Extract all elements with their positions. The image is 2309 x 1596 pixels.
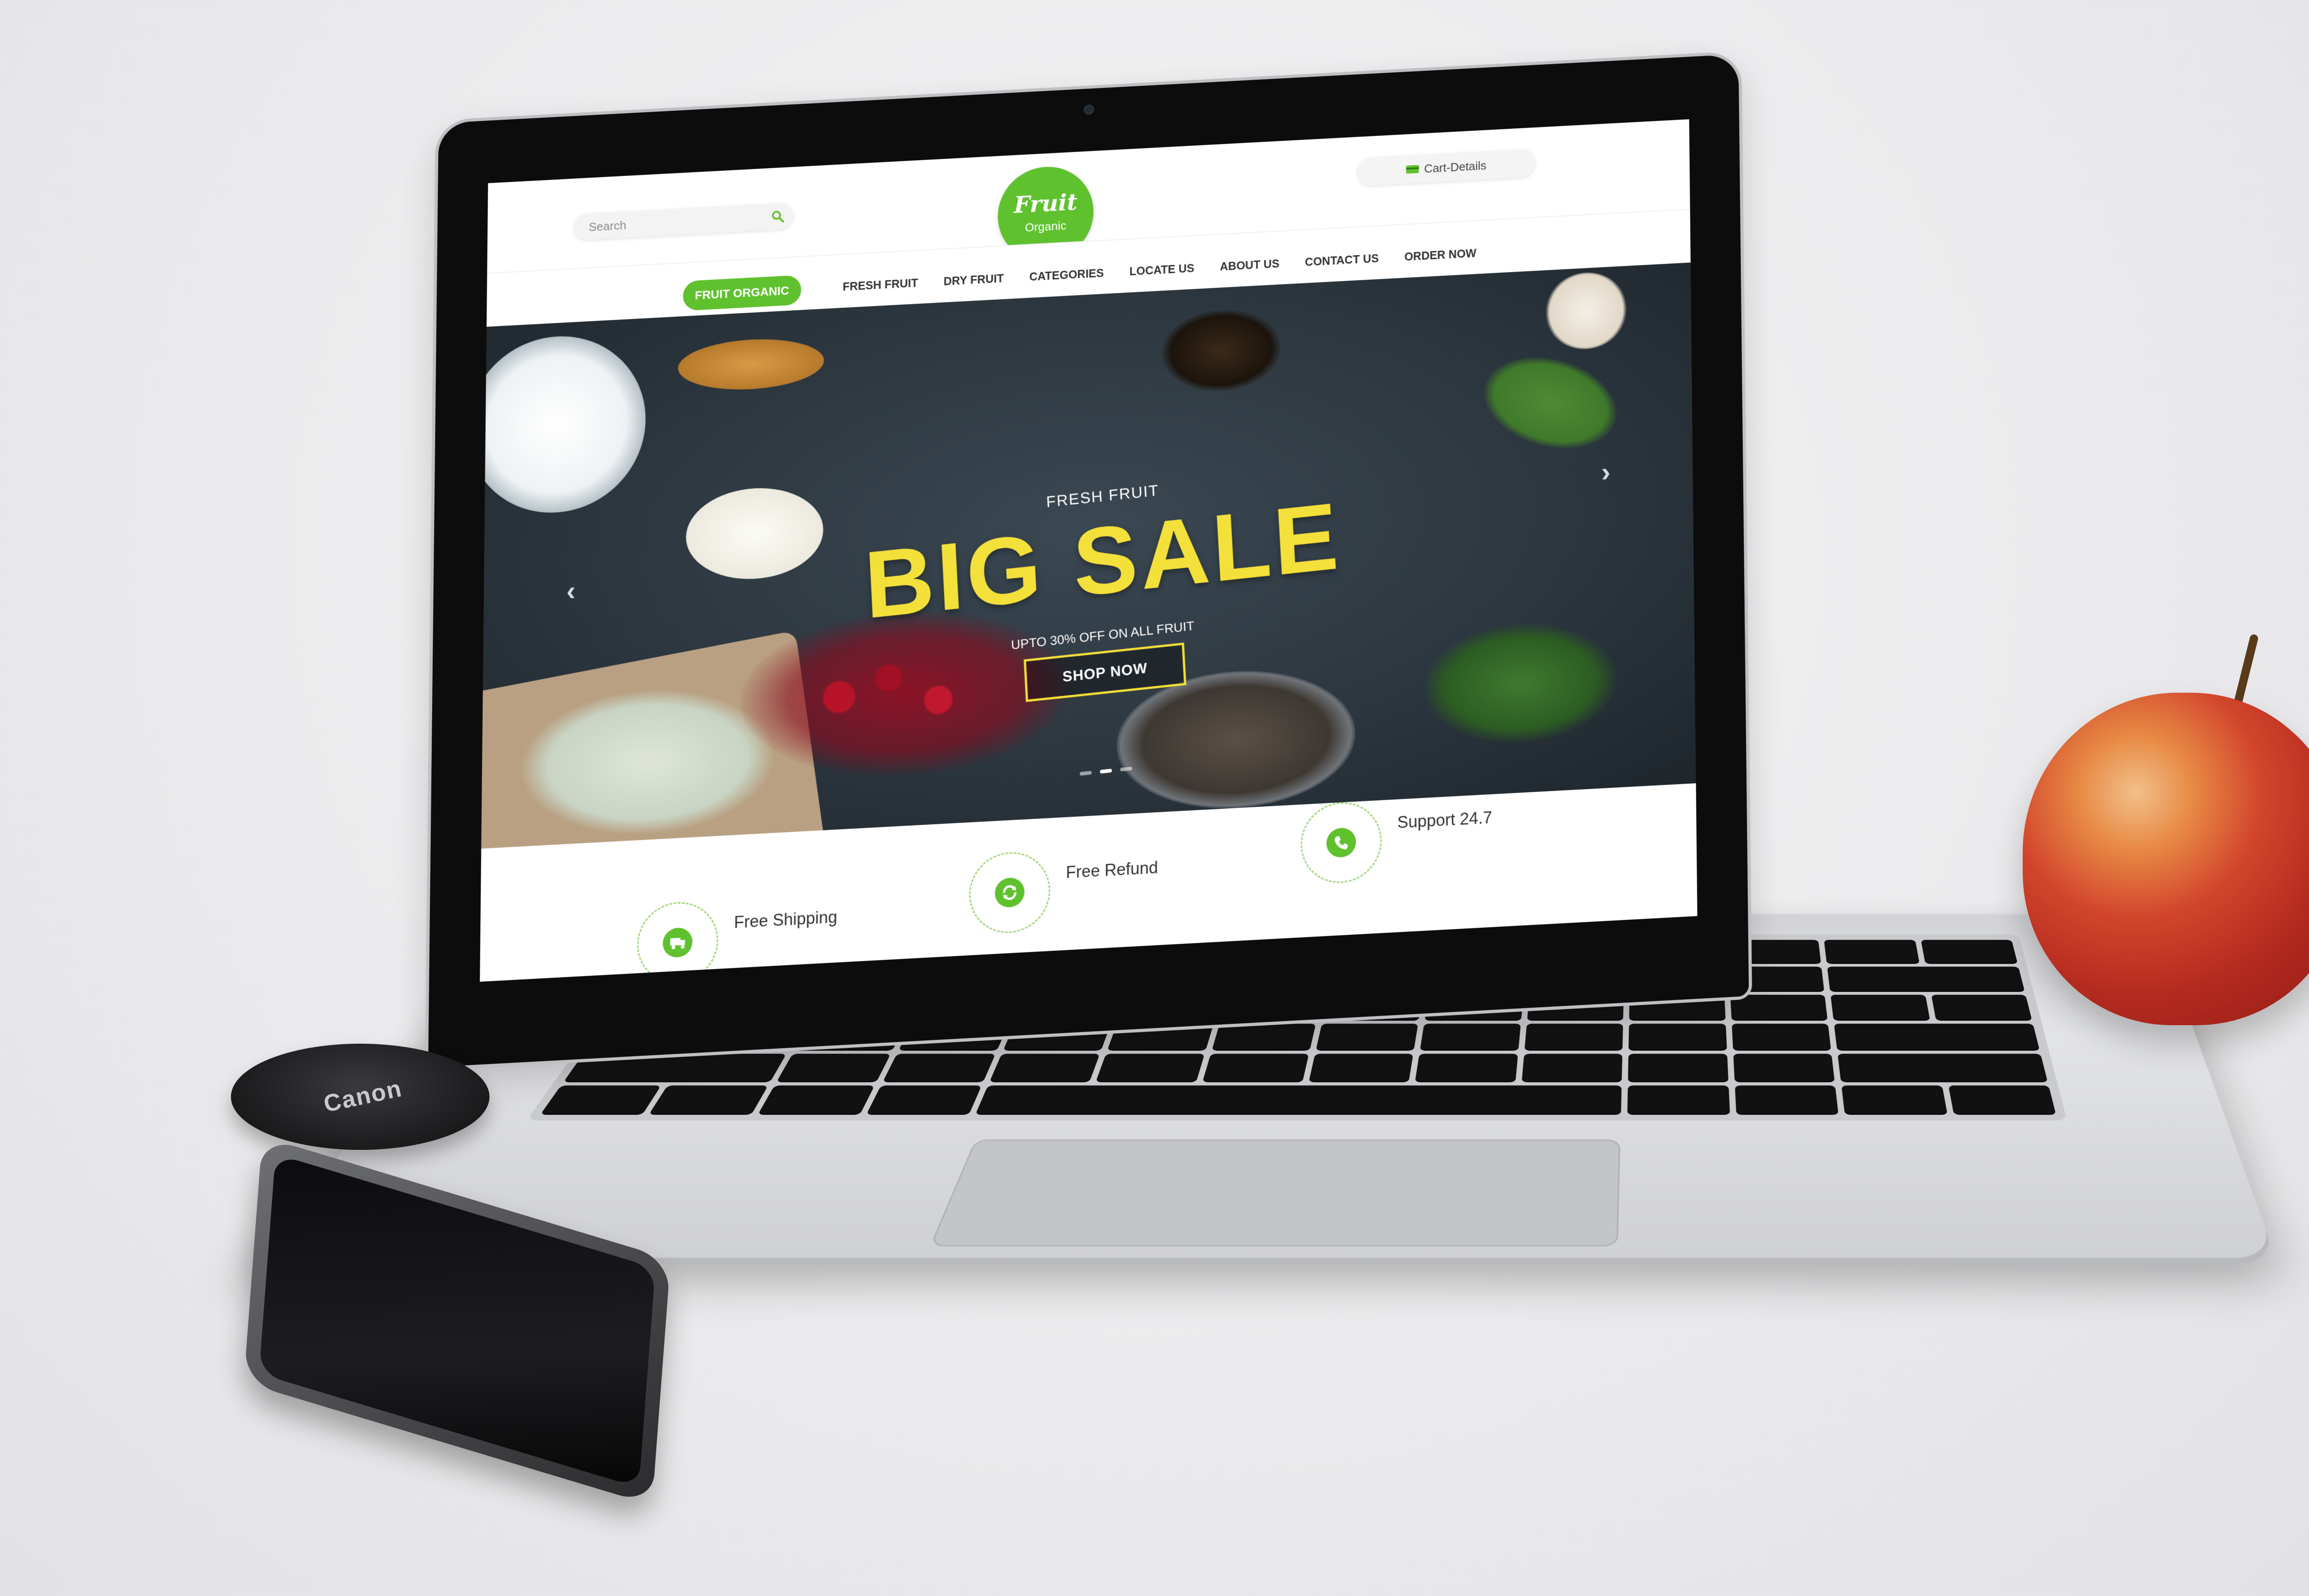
key [1834, 1023, 2040, 1050]
key [1420, 1023, 1521, 1050]
logo-main-text: Fruit [1014, 188, 1078, 218]
key [1309, 1054, 1414, 1081]
key [1733, 1054, 1835, 1081]
refresh-icon [995, 877, 1025, 908]
key [1628, 1054, 1729, 1081]
spacebar [975, 1085, 1622, 1114]
search-bar[interactable] [574, 203, 793, 241]
key [1628, 1023, 1727, 1050]
key [1096, 1054, 1205, 1081]
lens-cap-logo: Canon [321, 1075, 405, 1118]
chevron-right-icon[interactable]: › [1601, 456, 1610, 488]
key [1524, 1023, 1623, 1050]
key [1522, 1054, 1623, 1081]
key [1920, 940, 2018, 963]
feature-free-refund: Free Refund [969, 821, 1255, 946]
key [541, 1085, 662, 1114]
desk-scene: Fruit Organic Cart-Details FRUIT ORGANIC… [0, 0, 2309, 1596]
feature-title: Free Refund [1066, 858, 1158, 882]
key [1931, 994, 2032, 1020]
key [1735, 1085, 1839, 1114]
key [1838, 1054, 2048, 1081]
key [1841, 1085, 1947, 1114]
search-icon[interactable] [771, 210, 785, 224]
apple [2023, 693, 2309, 1025]
key [1211, 1023, 1316, 1050]
key [777, 1054, 891, 1081]
feature-circle [636, 900, 719, 982]
key [649, 1085, 768, 1114]
laptop-lid: Fruit Organic Cart-Details FRUIT ORGANIC… [428, 54, 1749, 1068]
phone-icon [1326, 827, 1356, 858]
key [1627, 1085, 1730, 1114]
hero-content: FRESH FRUIT BIG SALE UPTO 30% OFF ON ALL… [481, 262, 1696, 848]
key [758, 1085, 875, 1114]
search-input[interactable] [587, 205, 754, 241]
key [1948, 1085, 2056, 1114]
key [1202, 1054, 1309, 1081]
nav-item-dry-fruit[interactable]: DRY FRUIT [943, 272, 1003, 288]
nav-item-contact-us[interactable]: CONTACT US [1305, 252, 1379, 269]
card-icon [1406, 165, 1419, 174]
feature-free-shipping: Free Shipping [636, 871, 923, 982]
truck-icon [663, 927, 693, 958]
nav-item-categories[interactable]: CATEGORIES [1029, 267, 1104, 284]
cart-label: Cart-Details [1424, 158, 1487, 175]
key [990, 1054, 1100, 1081]
feature-title: Support 24.7 [1397, 808, 1493, 832]
logo-sub-text: Organic [1025, 218, 1067, 235]
key [1730, 994, 1828, 1020]
nav-item-fresh-fruit[interactable]: FRESH FRUIT [843, 277, 918, 294]
trackpad [930, 1139, 1620, 1246]
key [1415, 1054, 1518, 1081]
feature-circle [969, 850, 1051, 935]
chevron-left-icon[interactable]: ‹ [566, 575, 575, 607]
nav-item-fruit-organic[interactable]: FRUIT ORGANIC [683, 275, 801, 311]
nav-item-locate-us[interactable]: LOCATE US [1130, 262, 1195, 278]
key [867, 1085, 982, 1114]
webcam-icon [1084, 104, 1094, 115]
feature-circle [1300, 800, 1382, 885]
nav-item-order-now[interactable]: ORDER NOW [1404, 247, 1476, 264]
nav-item-about-us[interactable]: ABOUT US [1220, 258, 1280, 274]
key [1824, 940, 1920, 963]
shop-now-button[interactable]: SHOP NOW [1023, 642, 1186, 702]
key [883, 1054, 996, 1081]
cart-details-button[interactable]: Cart-Details [1357, 149, 1535, 187]
key [1830, 994, 1930, 1020]
laptop-screen: Fruit Organic Cart-Details FRUIT ORGANIC… [480, 119, 1698, 982]
feature-title: Free Shipping [734, 907, 838, 932]
lens-cap: Canon [231, 1044, 490, 1150]
hero-slider: FRESH FRUIT BIG SALE UPTO 30% OFF ON ALL… [481, 262, 1696, 849]
key [1316, 1023, 1419, 1050]
key [1827, 967, 2025, 991]
feature-support: Support 24.7 [1300, 771, 1586, 896]
key [1731, 1023, 1831, 1050]
